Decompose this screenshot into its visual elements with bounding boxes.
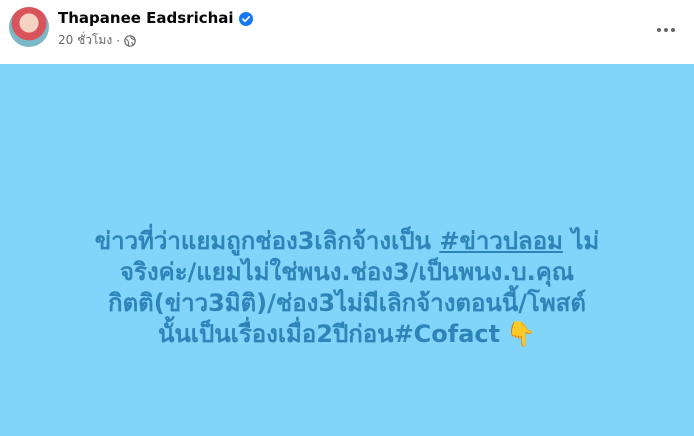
post-text: ข่าวที่ว่าแยมถูกช่อง3เลิกจ้างเป็น #ข่าวป…: [27, 226, 667, 350]
pointing-down-icon: 👇: [506, 320, 537, 348]
meta-separator: ·: [116, 33, 121, 48]
more-options-button[interactable]: [648, 12, 684, 48]
author-avatar[interactable]: [9, 7, 49, 47]
post-body-background: ข่าวที่ว่าแยมถูกช่อง3เลิกจ้างเป็น #ข่าวป…: [0, 64, 694, 436]
post-text-line-1-suffix: ไม่: [562, 227, 600, 255]
post-text-line-4: นั้นเป็นเรื่องเมื่อ2ปีก่อน#Cofact 👇: [27, 319, 667, 350]
post-text-line-3: กิตติ(ข่าว3มิติ)/ช่อง3ไม่มีเลิกจ้างตอนนี…: [108, 289, 586, 317]
author-name[interactable]: Thapanee Eadsrichai: [58, 9, 234, 27]
post-timestamp[interactable]: 20 ชั่วโมง: [58, 31, 112, 50]
verified-badge-icon: [238, 11, 253, 26]
hashtag-link[interactable]: #ข่าวปลอม: [439, 227, 563, 255]
more-options-icon: [657, 28, 675, 32]
facebook-post: Thapanee Eadsrichai 20 ชั่วโมง · ข่าวที่…: [0, 0, 694, 436]
post-text-line-4-text: นั้นเป็นเรื่องเมื่อ2ปีก่อน#Cofact: [157, 320, 501, 348]
post-text-line-2: จริงค่ะ/แยมไม่ใช่พนง.ช่อง3/เป็นพนง.บ.คุณ: [119, 258, 575, 286]
post-meta: 20 ชั่วโมง ·: [58, 31, 136, 50]
post-text-line-1: ข่าวที่ว่าแยมถูกช่อง3เลิกจ้างเป็น #ข่าวป…: [27, 226, 667, 257]
post-header: Thapanee Eadsrichai 20 ชั่วโมง ·: [0, 0, 694, 64]
globe-icon[interactable]: [124, 34, 136, 47]
post-text-line-1-prefix: ข่าวที่ว่าแยมถูกช่อง3เลิกจ้างเป็น: [94, 227, 440, 255]
author-line: Thapanee Eadsrichai: [58, 9, 253, 27]
